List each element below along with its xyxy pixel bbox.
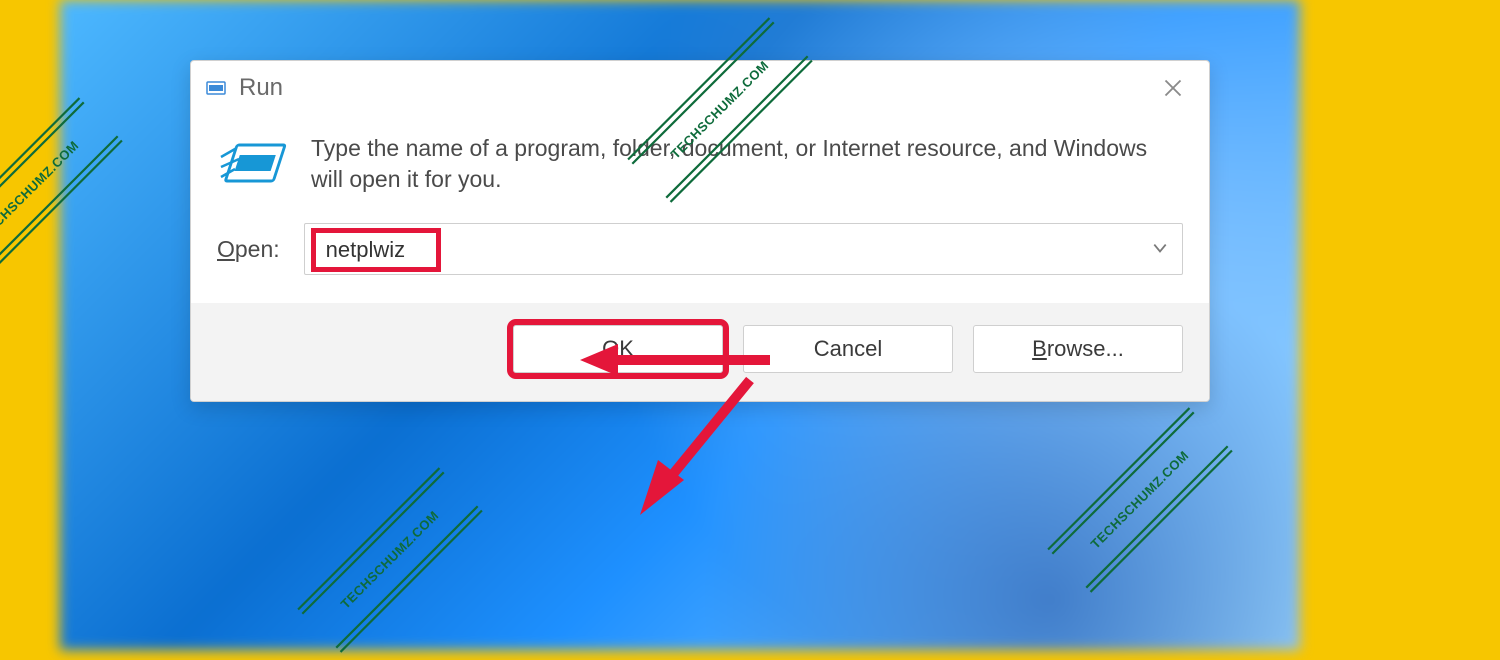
- open-input[interactable]: netplwiz: [311, 228, 441, 272]
- browse-button[interactable]: Browse...: [973, 325, 1183, 373]
- titlebar: Run: [191, 61, 1209, 115]
- dialog-title: Run: [239, 74, 283, 102]
- run-body-icon: [217, 139, 287, 194]
- run-dialog: Run Type the name of a program, folder, …: [190, 60, 1210, 402]
- chevron-down-icon[interactable]: [1152, 236, 1168, 262]
- close-button[interactable]: [1151, 68, 1195, 108]
- dialog-body: Type the name of a program, folder, docu…: [191, 115, 1209, 215]
- cancel-button[interactable]: Cancel: [743, 325, 953, 373]
- open-row: Open: netplwiz: [191, 215, 1209, 303]
- ok-button[interactable]: OK: [513, 325, 723, 373]
- dialog-footer: OK Cancel Browse...: [191, 303, 1209, 401]
- run-title-icon: [205, 77, 227, 99]
- dialog-description: Type the name of a program, folder, docu…: [311, 133, 1183, 195]
- open-combobox[interactable]: netplwiz: [304, 223, 1183, 275]
- close-icon: [1163, 78, 1183, 98]
- open-label: Open:: [217, 236, 280, 263]
